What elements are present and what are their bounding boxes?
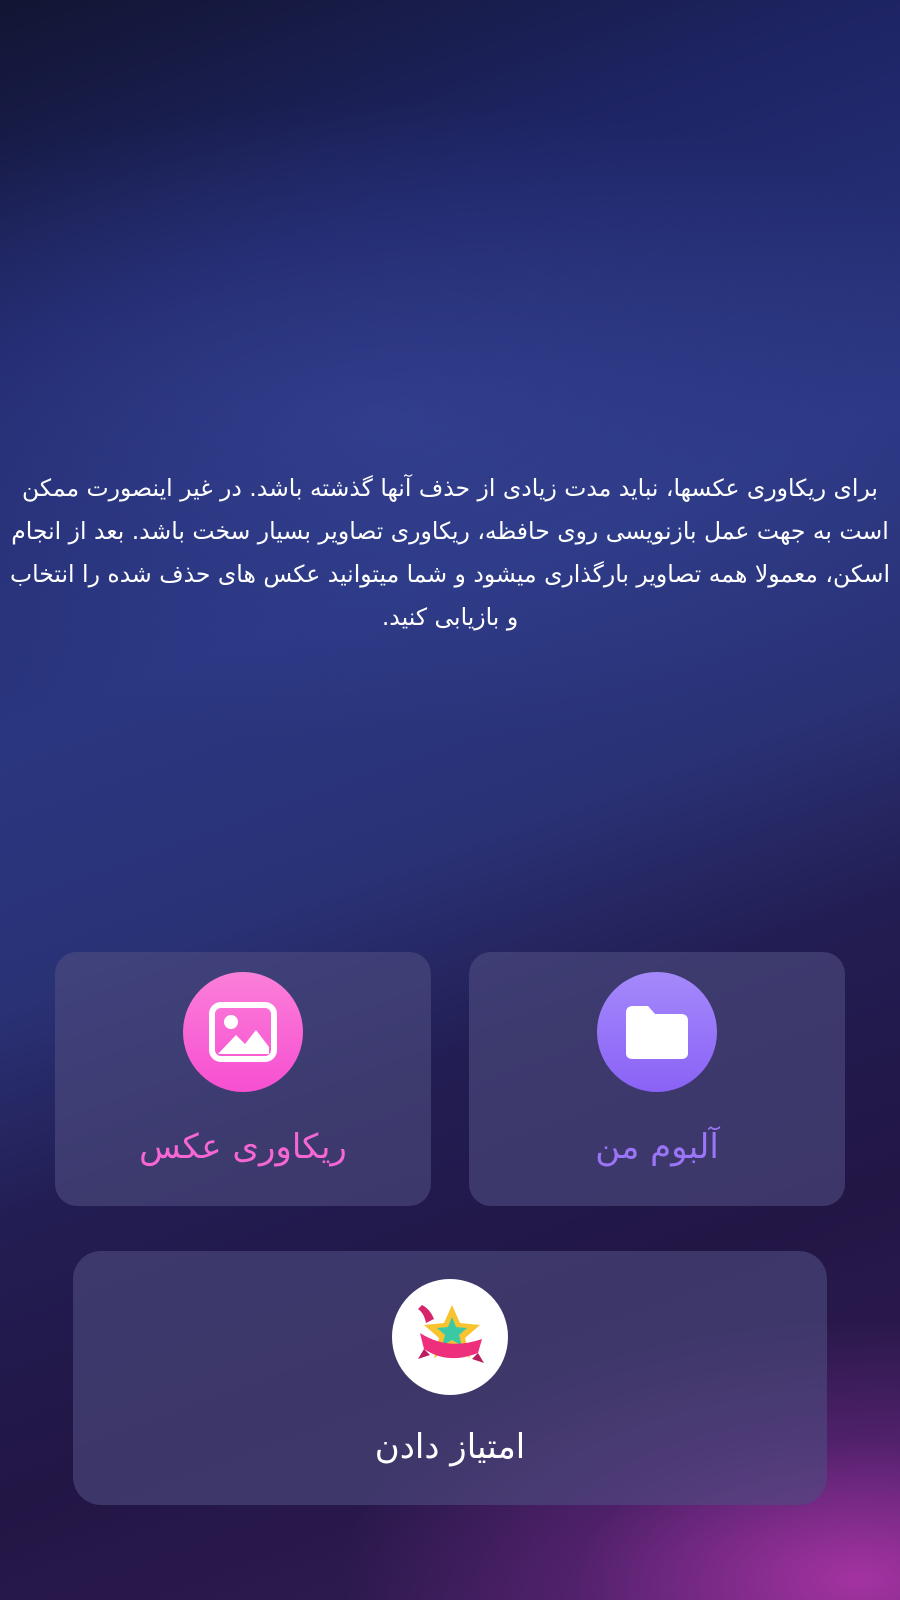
folder-icon-circle [597, 972, 717, 1092]
rate-app-label: امتیاز دادن [374, 1427, 526, 1467]
photo-recovery-button[interactable]: ریکاوری عکس [55, 952, 431, 1206]
rate-app-button[interactable]: امتیاز دادن [73, 1251, 827, 1505]
folder-icon [626, 1006, 688, 1059]
my-album-button[interactable]: آلبوم من [469, 952, 845, 1206]
star-ribbon-icon [418, 1305, 484, 1363]
photo-recovery-label: ریکاوری عکس [139, 1127, 347, 1167]
image-icon [209, 1002, 277, 1062]
star-ribbon-icon-circle [392, 1279, 508, 1395]
image-icon-circle [183, 972, 303, 1092]
my-album-label: آلبوم من [595, 1127, 719, 1167]
description-text: برای ریکاوری عکسها، نباید مدت زیادی از ح… [9, 474, 891, 631]
